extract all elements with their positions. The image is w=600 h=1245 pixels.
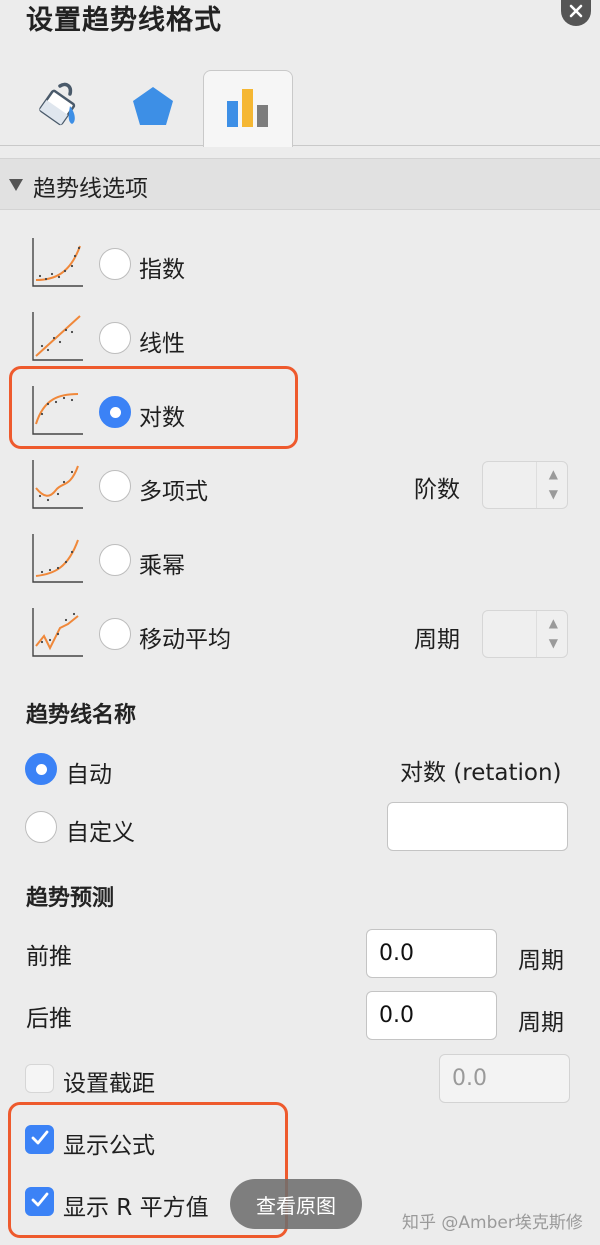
moving-average-trend-icon [30, 606, 84, 660]
show-equation-checkbox[interactable] [25, 1125, 54, 1154]
name-custom-label: 自定义 [66, 820, 135, 846]
stepper-divider [536, 611, 537, 657]
forecast-backward-label: 后推 [26, 1006, 72, 1032]
trend-polynomial-radio[interactable] [99, 470, 131, 502]
linear-trend-icon [30, 310, 84, 364]
forecast-backward-input[interactable]: 0.0 [366, 991, 497, 1040]
set-intercept-label: 设置截距 [63, 1071, 155, 1097]
checkmark-icon [31, 1130, 49, 1150]
forecast-forward-unit: 周期 [518, 948, 564, 974]
forecast-title: 趋势预测 [26, 886, 115, 911]
trend-exponential-radio[interactable] [99, 248, 131, 280]
forecast-backward-unit: 周期 [518, 1010, 564, 1036]
tab-effects[interactable] [108, 70, 198, 146]
stepper-up-icon[interactable]: ▲ [549, 467, 558, 481]
stepper-down-icon[interactable]: ▼ [549, 636, 558, 650]
trend-linear-radio[interactable] [99, 322, 131, 354]
intercept-value-input[interactable]: 0.0 [439, 1054, 570, 1103]
paint-bucket-icon [32, 78, 88, 138]
custom-name-input[interactable] [387, 802, 568, 851]
stepper-down-icon[interactable]: ▼ [549, 487, 558, 501]
trend-power-label: 乘幂 [139, 553, 185, 579]
moving-average-period-label: 周期 [414, 627, 460, 653]
trend-logarithmic-radio[interactable] [99, 396, 131, 428]
trendline-name-title: 趋势线名称 [26, 703, 137, 728]
close-icon [568, 4, 584, 23]
trend-polynomial-label: 多项式 [139, 479, 208, 505]
logarithmic-trend-icon [30, 384, 84, 438]
checkmark-icon [31, 1192, 49, 1212]
show-rsquared-label: 显示 R 平方值 [63, 1195, 209, 1221]
trend-linear-label: 线性 [139, 331, 185, 357]
trend-exponential-label: 指数 [139, 257, 185, 283]
pentagon-icon [130, 83, 176, 133]
polynomial-order-stepper[interactable]: ▲ ▼ [482, 461, 568, 509]
stepper-divider [536, 462, 537, 508]
show-equation-label: 显示公式 [63, 1133, 155, 1159]
moving-average-period-stepper[interactable]: ▲ ▼ [482, 610, 568, 658]
name-auto-label: 自动 [66, 762, 112, 788]
polynomial-order-label: 阶数 [414, 477, 460, 503]
name-auto-value: 对数 (retation) [400, 760, 562, 786]
collapse-triangle-icon [8, 177, 24, 196]
tab-trendline-options[interactable] [203, 70, 293, 147]
name-auto-radio[interactable] [25, 753, 57, 785]
exponential-trend-icon [30, 236, 84, 290]
section-title: 趋势线选项 [33, 176, 148, 202]
trend-moving-average-radio[interactable] [99, 618, 131, 650]
forecast-forward-input[interactable]: 0.0 [366, 929, 497, 978]
show-rsquared-checkbox[interactable] [25, 1187, 54, 1216]
trend-power-radio[interactable] [99, 544, 131, 576]
stepper-up-icon[interactable]: ▲ [549, 616, 558, 630]
trend-logarithmic-label: 对数 [139, 405, 185, 431]
power-trend-icon [30, 532, 84, 586]
view-original-button[interactable]: 查看原图 [230, 1179, 362, 1229]
name-custom-radio[interactable] [25, 811, 57, 843]
close-button[interactable] [561, 0, 591, 26]
trend-moving-average-label: 移动平均 [139, 627, 231, 653]
forecast-forward-label: 前推 [26, 944, 72, 970]
watermark-text: 知乎 @Amber埃克斯修 [402, 1213, 583, 1233]
polynomial-trend-icon [30, 458, 84, 512]
trendline-options-header[interactable]: 趋势线选项 [0, 158, 600, 210]
set-intercept-checkbox[interactable] [25, 1064, 54, 1093]
panel-title: 设置趋势线格式 [26, 5, 222, 36]
tab-fill-line[interactable] [15, 70, 105, 146]
bar-chart-icon [223, 85, 273, 133]
